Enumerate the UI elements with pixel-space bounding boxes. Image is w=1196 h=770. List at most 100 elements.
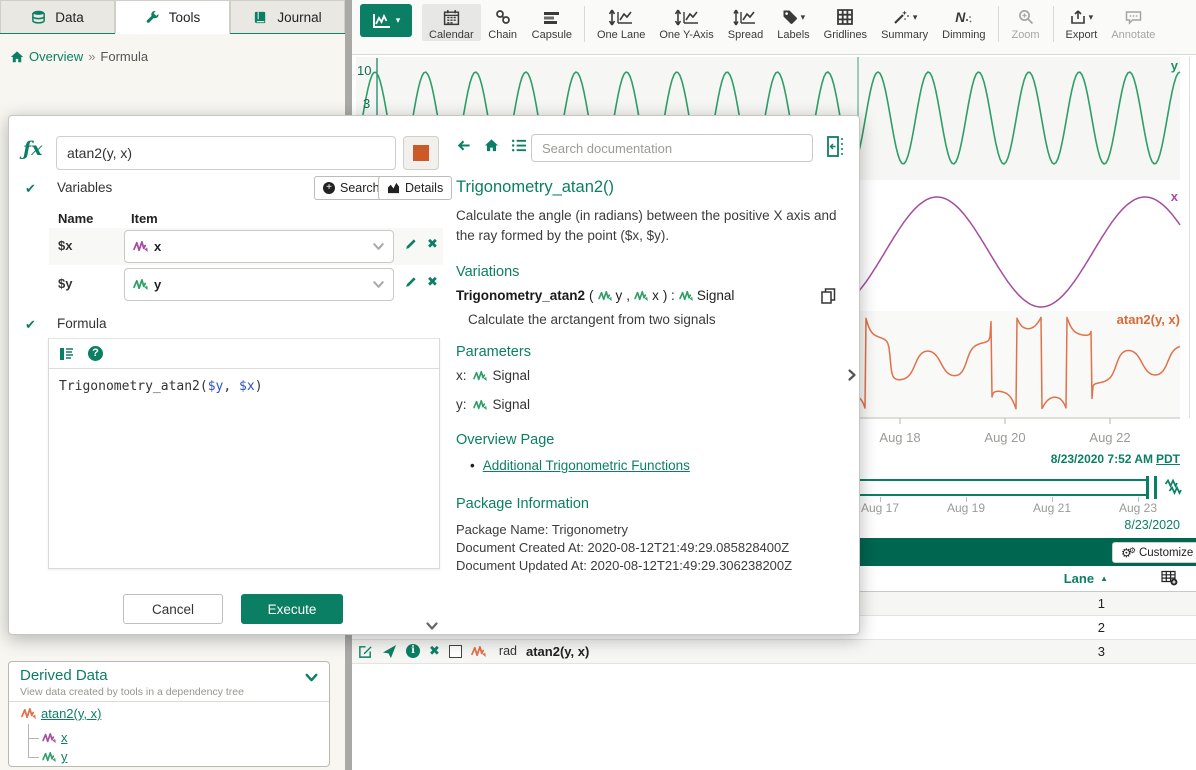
- index-list-icon[interactable]: [511, 138, 527, 153]
- tree-item-x-link[interactable]: x: [61, 730, 68, 745]
- help-icon[interactable]: ?: [88, 346, 103, 361]
- details-button[interactable]: Details: [378, 176, 452, 200]
- tree-item-atan2[interactable]: atan2(y, x): [21, 706, 101, 721]
- tab-data[interactable]: Data: [0, 0, 115, 33]
- trend-toolbar: ▾ Calendar Chain Capsule One Lane One Y-…: [352, 0, 1196, 55]
- timebar-resize-handle[interactable]: [1146, 476, 1157, 499]
- chevron-down-icon: [372, 278, 385, 291]
- send-icon[interactable]: [382, 644, 397, 659]
- formula-name-input[interactable]: [56, 136, 396, 170]
- signal-icon: [473, 399, 487, 411]
- snippets-icon[interactable]: [59, 347, 74, 361]
- edit-pencil-icon[interactable]: [404, 237, 418, 251]
- doc-search-input[interactable]: [531, 134, 813, 162]
- copy-icon[interactable]: [821, 288, 836, 304]
- add-column-icon[interactable]: [1161, 570, 1178, 586]
- toolbar-button-calendar[interactable]: Calendar: [422, 4, 481, 41]
- toolbar-button-summary[interactable]: ▾ Summary: [874, 4, 935, 41]
- item-select-x[interactable]: x: [124, 230, 394, 263]
- magnifier-icon: [1011, 6, 1041, 28]
- edit-icon[interactable]: [358, 644, 373, 659]
- cancel-button[interactable]: Cancel: [123, 594, 223, 624]
- timebar-tick: Aug 17: [861, 501, 899, 515]
- series-label-x[interactable]: x: [1171, 189, 1178, 204]
- item-select-y[interactable]: y: [124, 268, 394, 301]
- tab-tools[interactable]: Tools: [115, 0, 230, 34]
- home-icon[interactable]: [10, 50, 24, 64]
- lane-column-header[interactable]: Lane▲: [1064, 571, 1108, 586]
- trend-chart-icon: [372, 13, 392, 29]
- info-icon[interactable]: i: [406, 644, 420, 658]
- formula-code[interactable]: Trigonometry_atan2($y, $x): [49, 369, 439, 404]
- toolbar-button-labels[interactable]: ▾ Labels: [770, 4, 816, 41]
- breadcrumb-separator: »: [88, 49, 95, 64]
- formula-fx-icon: ƒx: [23, 138, 43, 160]
- view-mode-dropdown-button[interactable]: ▾: [360, 4, 412, 37]
- collapse-doc-panel-icon[interactable]: [827, 136, 844, 157]
- variable-row-x: $x x ✖: [49, 228, 443, 265]
- toolbar-button-spread[interactable]: Spread: [721, 4, 770, 41]
- sort-asc-icon: ▲: [1100, 574, 1108, 583]
- timebar-tick: Aug 21: [1033, 501, 1071, 515]
- display-range-end[interactable]: 8/23/2020 7:52 AMPDT: [1051, 452, 1180, 466]
- customize-button[interactable]: ⚙⚙ Customize: [1112, 542, 1196, 563]
- toolbar-button-gridlines[interactable]: Gridlines: [817, 4, 874, 41]
- chevron-down-icon: ▾: [1089, 12, 1094, 23]
- check-icon: ✔: [25, 317, 36, 333]
- collapse-chevron-icon[interactable]: [304, 670, 319, 685]
- color-picker-button[interactable]: [403, 136, 439, 170]
- wrench-icon: [145, 10, 160, 25]
- tree-item-y-link[interactable]: y: [61, 749, 68, 764]
- series-label-atan2[interactable]: atan2(y, x): [1117, 312, 1180, 327]
- doc-home-icon[interactable]: [484, 138, 499, 153]
- toolbar-button-chain[interactable]: Chain: [481, 4, 525, 41]
- breadcrumb-overview-link[interactable]: Overview: [29, 49, 83, 64]
- table-row[interactable]: i ✖ rad atan2(y, x) 3: [352, 640, 1196, 664]
- toolbar-button-dimming[interactable]: N Dimming: [935, 4, 992, 41]
- remove-variable-icon[interactable]: ✖: [427, 236, 438, 252]
- signal-icon: [21, 707, 36, 720]
- book-icon: [253, 10, 268, 25]
- timezone-link[interactable]: PDT: [1156, 452, 1180, 466]
- row-unit: rad: [499, 644, 517, 658]
- breadcrumb: Overview » Formula: [10, 49, 148, 64]
- collapse-modal-chevron-icon[interactable]: [424, 619, 440, 633]
- remove-variable-icon[interactable]: ✖: [427, 274, 438, 290]
- signal-icon: [598, 290, 612, 302]
- color-swatch: [413, 145, 429, 161]
- x-axis-tick: Aug 20: [984, 430, 1025, 445]
- toolbar-button-capsule[interactable]: Capsule: [525, 4, 579, 41]
- tree-item-y[interactable]: y: [42, 749, 68, 764]
- tab-journal[interactable]: Journal: [230, 0, 345, 33]
- additional-trig-functions-link[interactable]: Additional Trigonometric Functions: [483, 458, 690, 473]
- dimming-icon: N: [942, 6, 985, 28]
- series-label-y[interactable]: y: [1171, 58, 1178, 73]
- tree-item-x[interactable]: x: [42, 730, 68, 745]
- chain-icon: [488, 6, 518, 28]
- toolbar-button-one-lane[interactable]: One Lane: [590, 4, 652, 41]
- package-name: Package Name: Trigonometry: [456, 522, 628, 537]
- execute-button[interactable]: Execute: [241, 594, 343, 624]
- timebar-end-date[interactable]: 8/23/2020: [1124, 518, 1180, 532]
- tree-item-atan2-link[interactable]: atan2(y, x): [41, 706, 101, 721]
- formula-tool-modal: ƒx ✔ Variables + Search Details Name Ite…: [8, 115, 860, 635]
- edit-pencil-icon[interactable]: [404, 275, 418, 289]
- remove-icon[interactable]: ✖: [429, 643, 440, 659]
- signal-icon: [473, 370, 487, 382]
- parameter-x: x: Signal: [456, 368, 530, 383]
- chevron-right-icon[interactable]: [845, 368, 859, 382]
- back-icon[interactable]: [456, 138, 472, 153]
- panel-tabbar: Data Tools Journal: [0, 0, 345, 34]
- variable-name: $x: [58, 238, 72, 253]
- package-information-heading: Package Information: [456, 496, 589, 512]
- row-checkbox[interactable]: [449, 645, 462, 658]
- x-axis-tick: Aug 22: [1089, 430, 1130, 445]
- toolbar-button-annotate: Annotate: [1104, 4, 1162, 41]
- chevron-down-icon: [372, 240, 385, 253]
- toolbar-button-export[interactable]: ▾ Export: [1059, 4, 1105, 41]
- auto-update-icon[interactable]: [1164, 478, 1183, 495]
- plus-circle-icon: +: [323, 182, 335, 194]
- chevron-down-icon: ▾: [913, 12, 918, 23]
- toolbar-button-one-y-axis[interactable]: One Y-Axis: [652, 4, 720, 41]
- function-signature: Trigonometry_atan2( y, x) : Signal: [456, 288, 734, 303]
